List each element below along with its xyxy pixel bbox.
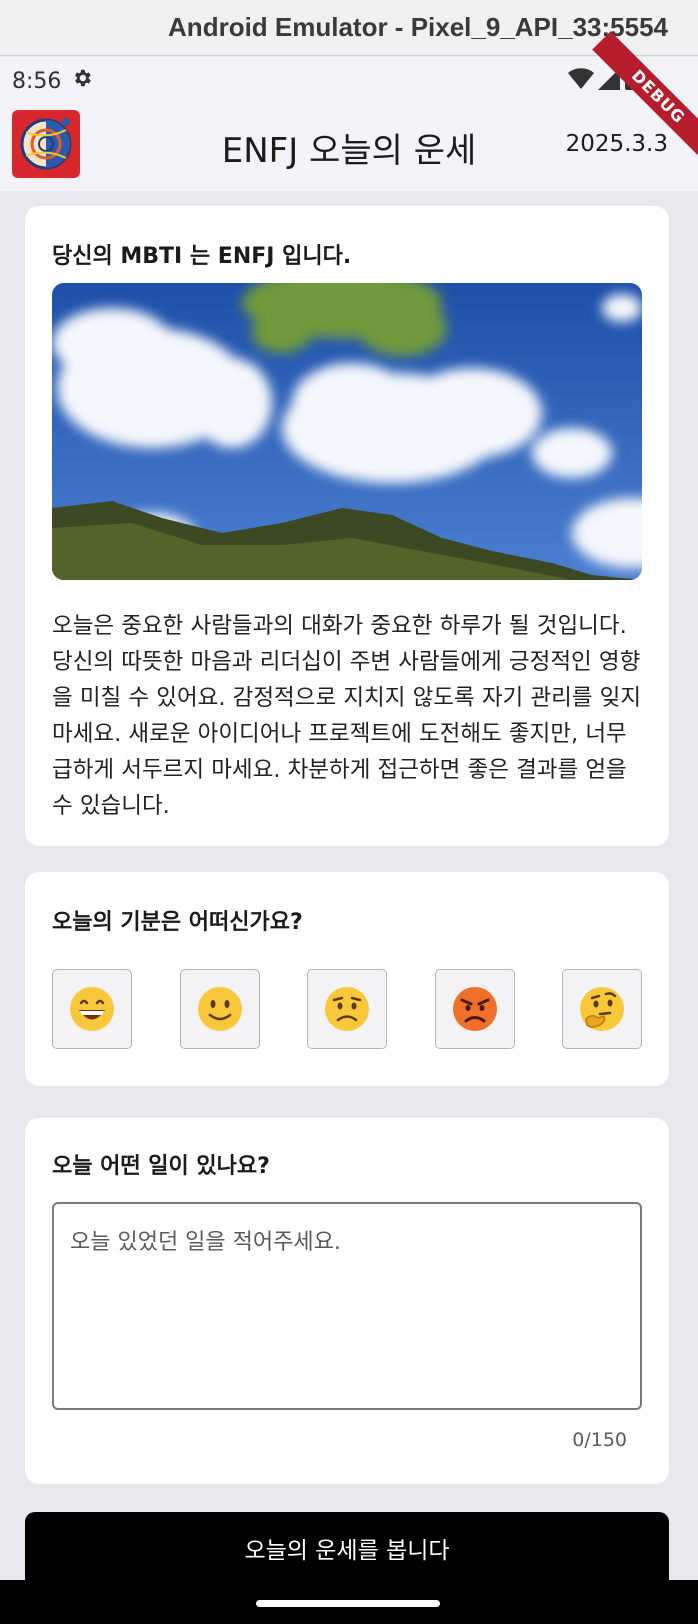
mbti-heading: 당신의 MBTI 는 ENFJ 입니다.: [52, 244, 352, 269]
view-fortune-button[interactable]: 오늘의 운세를 봅니다: [25, 1512, 669, 1588]
angry-face-icon: [452, 987, 497, 1031]
app-bar: ENFJ 오늘의 운세 2025.3.3: [0, 105, 698, 191]
mood-option-smiling[interactable]: [179, 969, 260, 1049]
system-nav-bar: [0, 1580, 698, 1624]
diary-heading: 오늘 어떤 일이 있나요?: [52, 1154, 270, 1179]
settings-gear-icon: [71, 67, 93, 95]
mood-option-thinking[interactable]: [562, 969, 642, 1049]
diary-input-box: [52, 1202, 642, 1410]
app-date: 2025.3.3: [565, 131, 668, 157]
sky-mountain-image: [52, 283, 642, 580]
mood-option-worried[interactable]: [307, 969, 387, 1049]
worried-face-icon: [325, 987, 369, 1031]
mood-card: 오늘의 기분은 어떠신가요?: [25, 872, 669, 1086]
diary-card: 오늘 어떤 일이 있나요? 0/150: [25, 1118, 669, 1484]
mood-option-grinning[interactable]: [52, 969, 132, 1049]
character-counter: 0/150: [572, 1429, 627, 1451]
thinking-face-icon: [580, 987, 624, 1031]
status-time: 8:56: [12, 68, 62, 94]
mood-heading: 오늘의 기분은 어떠신가요?: [52, 910, 303, 935]
diary-input[interactable]: [54, 1204, 640, 1408]
emulator-title: Android Emulator - Pixel_9_API_33:5554: [168, 12, 668, 42]
emulator-window: Android Emulator - Pixel_9_API_33:5554 8…: [0, 0, 698, 1624]
mood-option-angry[interactable]: [434, 969, 515, 1049]
slightly-smiling-face-icon: [197, 987, 242, 1031]
grinning-face-icon: [70, 987, 114, 1031]
mood-options: [52, 969, 642, 1051]
home-gesture-handle[interactable]: [256, 1600, 440, 1607]
wifi-icon: [568, 68, 594, 94]
fortune-text: 오늘은 중요한 사람들과의 대화가 중요한 하루가 될 것입니다. 당신의 따뜻…: [52, 613, 642, 819]
status-bar: 8:56: [0, 57, 698, 105]
fortune-card: 당신의 MBTI 는 ENFJ 입니다. 오늘은 중요한 사람들과의 대화가 중…: [25, 206, 669, 846]
